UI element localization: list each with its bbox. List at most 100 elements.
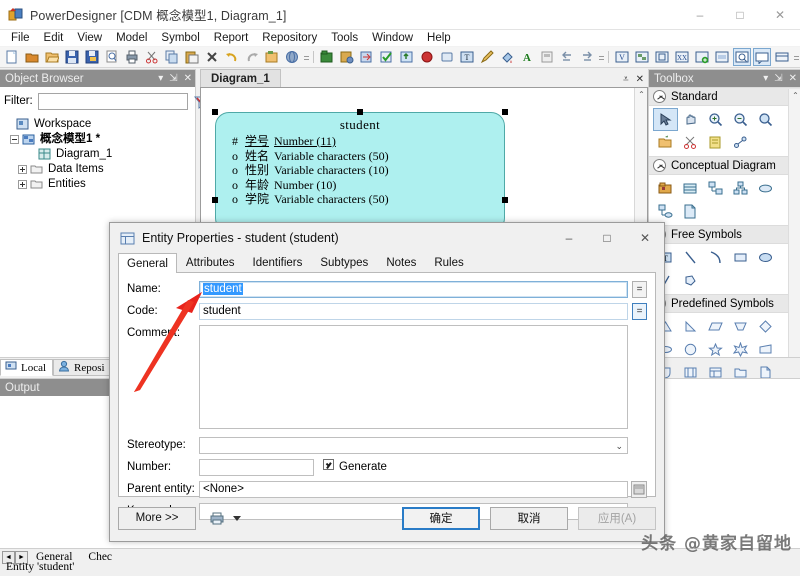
- tree-item-entities[interactable]: Entities: [4, 177, 195, 192]
- tool-rectangle-icon[interactable]: [728, 246, 753, 269]
- close-icon[interactable]: ✕: [184, 73, 192, 84]
- menu-item-model[interactable]: Model: [109, 31, 154, 45]
- tool-line-icon[interactable]: [678, 246, 703, 269]
- tool-relationship-icon[interactable]: [703, 177, 728, 200]
- maximize-button[interactable]: □: [720, 0, 760, 30]
- tree-item-diagram[interactable]: Diagram_1: [4, 147, 195, 162]
- collapse-icon[interactable]: [653, 159, 666, 172]
- pin-icon[interactable]: ⇲: [774, 73, 782, 84]
- toolbox-section-predefined[interactable]: Predefined Symbols: [649, 294, 800, 313]
- menu-item-edit[interactable]: Edit: [37, 31, 71, 45]
- pin-icon[interactable]: ⇲: [169, 73, 177, 84]
- parent-entity-browse-button[interactable]: [631, 481, 647, 498]
- selection-handle[interactable]: [502, 109, 508, 115]
- diagram-tab-diagram1[interactable]: Diagram_1: [200, 69, 281, 87]
- pencil-icon[interactable]: [478, 48, 496, 66]
- view-1-icon[interactable]: V: [613, 48, 631, 66]
- dialog-maximize-button[interactable]: □: [588, 223, 626, 253]
- tool-diamond-icon[interactable]: [753, 315, 778, 338]
- stereotype-combobox[interactable]: ⌄: [199, 437, 628, 454]
- view-4-icon[interactable]: XX: [673, 48, 691, 66]
- tool-pointer-icon[interactable]: [653, 108, 678, 131]
- package-icon[interactable]: [318, 48, 336, 66]
- tree-expander-plus[interactable]: [18, 165, 27, 174]
- menu-item-help[interactable]: Help: [420, 31, 458, 45]
- chevron-down-icon[interactable]: ▾: [158, 73, 163, 84]
- copy-icon[interactable]: [163, 48, 181, 66]
- menu-item-symbol[interactable]: Symbol: [154, 31, 206, 45]
- tool-zoom-area-icon[interactable]: [753, 108, 778, 131]
- menu-item-view[interactable]: View: [70, 31, 109, 45]
- view-5-icon[interactable]: [713, 48, 731, 66]
- tool-trapezoid-icon[interactable]: [728, 315, 753, 338]
- comment-view-icon[interactable]: [753, 48, 771, 66]
- undo-icon[interactable]: [223, 48, 241, 66]
- generate-checkbox[interactable]: [323, 459, 334, 470]
- toolbox-section-standard[interactable]: Standard: [649, 87, 800, 106]
- close-button[interactable]: ✕: [760, 0, 800, 30]
- tab-rules[interactable]: Rules: [425, 253, 472, 272]
- tool-arc-icon[interactable]: [703, 246, 728, 269]
- tree-expander-plus[interactable]: [18, 180, 27, 189]
- view-2-icon[interactable]: [633, 48, 651, 66]
- delete-icon[interactable]: [203, 48, 221, 66]
- caret-down-icon[interactable]: [233, 516, 241, 521]
- tree-expander-minus[interactable]: [10, 135, 19, 144]
- tool-file-icon[interactable]: [678, 200, 703, 223]
- align-icon[interactable]: [538, 48, 556, 66]
- save-all-icon[interactable]: [83, 48, 101, 66]
- ok-button[interactable]: 确定: [402, 507, 480, 530]
- scroll-up-icon[interactable]: ⌃: [635, 88, 648, 101]
- tree-item-workspace[interactable]: Workspace: [4, 117, 195, 132]
- tool-scissors-icon[interactable]: [678, 131, 703, 154]
- comment-textarea[interactable]: [199, 325, 628, 429]
- toolbox-section-free-symbols[interactable]: Free Symbols: [649, 225, 800, 244]
- name-equals-button[interactable]: =: [632, 281, 647, 298]
- tab-attributes[interactable]: Attributes: [177, 253, 244, 272]
- tool-association-icon[interactable]: [753, 177, 778, 200]
- filter-input[interactable]: [38, 93, 188, 110]
- menu-item-window[interactable]: Window: [365, 31, 420, 45]
- globe-icon[interactable]: [283, 48, 301, 66]
- code-field[interactable]: student: [199, 303, 628, 320]
- tree-item-model[interactable]: 概念模型1 *: [4, 132, 195, 147]
- tool-association-link-icon[interactable]: [653, 200, 678, 223]
- toolbox-section-conceptual[interactable]: Conceptual Diagram: [649, 156, 800, 175]
- paste-icon[interactable]: [183, 48, 201, 66]
- tree-item-data-items[interactable]: Data Items: [4, 162, 195, 177]
- view-3-icon[interactable]: [653, 48, 671, 66]
- selection-handle[interactable]: [212, 197, 218, 203]
- tool-card-icon[interactable]: [753, 338, 778, 361]
- save-icon[interactable]: [63, 48, 81, 66]
- shape-icon[interactable]: [438, 48, 456, 66]
- code-equals-button[interactable]: =: [632, 303, 647, 320]
- toolbar-overflow-1[interactable]: [302, 48, 310, 66]
- tool-entity-icon[interactable]: [678, 177, 703, 200]
- dialog-minimize-button[interactable]: –: [550, 223, 588, 253]
- chevron-down-icon[interactable]: ⌄: [615, 441, 623, 452]
- view-model-icon[interactable]: [418, 48, 436, 66]
- minimize-button[interactable]: –: [680, 0, 720, 30]
- grid-view-icon[interactable]: [773, 48, 791, 66]
- tool-inheritance-icon[interactable]: [728, 177, 753, 200]
- export-icon[interactable]: [398, 48, 416, 66]
- close-icon[interactable]: ✕: [789, 73, 797, 84]
- tool-star5-icon[interactable]: [703, 338, 728, 361]
- menu-item-repository[interactable]: Repository: [255, 31, 324, 45]
- tool-star8-icon[interactable]: [728, 338, 753, 361]
- font-color-icon[interactable]: A: [518, 48, 536, 66]
- tool-zoom-in-icon[interactable]: [703, 108, 728, 131]
- tool-grabber-icon[interactable]: [678, 108, 703, 131]
- name-field[interactable]: student: [199, 281, 628, 298]
- menu-item-file[interactable]: File: [4, 31, 37, 45]
- cut-icon[interactable]: [143, 48, 161, 66]
- toolbar-overflow-3[interactable]: [792, 48, 800, 66]
- cancel-button[interactable]: 取消: [490, 507, 568, 530]
- toolbox-scrollbar[interactable]: ⌃: [788, 89, 800, 357]
- more-button[interactable]: More >>: [118, 507, 196, 530]
- arrange-right-icon[interactable]: [578, 48, 596, 66]
- window-list-icon[interactable]: ⩡: [623, 74, 629, 85]
- tool-link-icon[interactable]: [728, 131, 753, 154]
- toolbar-overflow-2[interactable]: [597, 48, 605, 66]
- dialog-close-button[interactable]: ✕: [626, 223, 664, 253]
